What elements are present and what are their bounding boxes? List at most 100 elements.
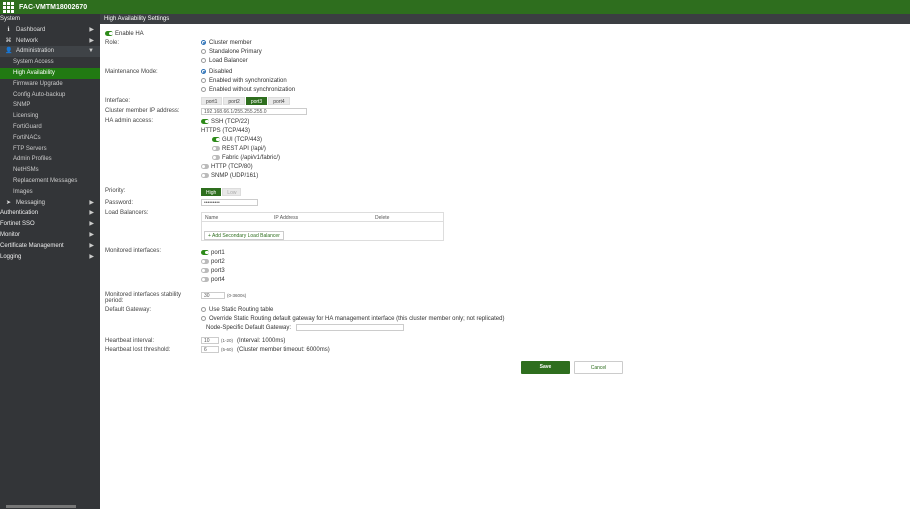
monitored-port4-row: port4 xyxy=(201,277,225,283)
sidebar-item-fortiguard[interactable]: FortiGuard xyxy=(0,122,100,133)
snmp-toggle[interactable] xyxy=(201,173,209,178)
gateway-override[interactable]: Override Static Routing default gateway … xyxy=(201,316,504,322)
sidebar-item-system[interactable]: System xyxy=(0,14,100,25)
radio-icon xyxy=(201,307,206,312)
sidebar-item-monitor[interactable]: Monitor ▶ xyxy=(0,230,100,241)
sidebar: System ℹ Dashboard ▶ ⌘ Network ▶ 👤 Administra… xyxy=(0,14,100,509)
heartbeat-lost-input[interactable]: 6 xyxy=(201,346,219,353)
gateway-static-routing[interactable]: Use Static Routing table xyxy=(201,307,273,313)
maint-enabled-sync[interactable]: Enabled with synchronization xyxy=(201,78,287,84)
sidebar-item-dashboard[interactable]: ℹ Dashboard ▶ xyxy=(0,25,100,36)
sidebar-item-system-access[interactable]: System Access xyxy=(0,57,100,68)
cluster-ip-label: Cluster member IP address: xyxy=(105,108,180,114)
interface-port4[interactable]: port4 xyxy=(268,97,290,105)
interface-label: Interface: xyxy=(105,98,131,104)
sidebar-item-ftp-servers[interactable]: FTP Servers xyxy=(0,144,100,155)
paper-plane-icon: ➤ xyxy=(5,199,12,206)
monitored-port2-toggle[interactable] xyxy=(201,259,209,264)
radio-icon xyxy=(201,78,206,83)
column-name: Name xyxy=(205,215,219,221)
sidebar-item-licensing[interactable]: Licensing xyxy=(0,111,100,122)
rest-api-toggle[interactable] xyxy=(212,146,220,151)
chevron-right-icon: ▶ xyxy=(89,242,94,249)
https-label: HTTPS (TCP/443) xyxy=(201,128,251,134)
fabric-toggle[interactable] xyxy=(212,155,220,160)
interface-port1[interactable]: port1 xyxy=(201,97,223,105)
priority-selector: High Low xyxy=(201,188,242,196)
add-secondary-load-balancer-button[interactable]: + Add Secondary Load Balancer xyxy=(204,231,284,240)
rest-api-row: REST API (/api/) xyxy=(212,146,266,152)
sidebar-item-high-availability[interactable]: High Availability xyxy=(0,67,100,79)
sidebar-item-images[interactable]: Images xyxy=(0,187,100,198)
sidebar-item-network[interactable]: ⌘ Network ▶ xyxy=(0,36,100,47)
role-load-balancer[interactable]: Load Balancer xyxy=(201,58,248,64)
interface-port3[interactable]: port3 xyxy=(245,97,268,105)
sidebar-item-firmware-upgrade[interactable]: Firmware Upgrade xyxy=(0,79,100,90)
sidebar-item-logging[interactable]: Logging ▶ xyxy=(0,252,100,263)
monitored-port2-row: port2 xyxy=(201,259,225,265)
info-icon: ℹ xyxy=(7,26,10,33)
node-gateway-label: Node-Specific Default Gateway: xyxy=(206,325,292,331)
password-label: Password: xyxy=(105,200,134,206)
cancel-button[interactable]: Cancel xyxy=(574,361,623,374)
monitored-port3-row: port3 xyxy=(201,268,225,274)
priority-low[interactable]: Low xyxy=(222,188,242,196)
sidebar-item-authentication[interactable]: Authentication ▶ xyxy=(0,208,100,219)
chevron-right-icon: ▶ xyxy=(89,37,94,44)
password-input[interactable]: ••••••••• xyxy=(201,199,258,206)
heartbeat-interval-label: Heartbeat interval: xyxy=(105,338,155,344)
cluster-ip-input[interactable]: 192.168.66.1/255.255.255.0 xyxy=(201,108,307,115)
sidebar-item-fortinacs[interactable]: FortiNACs xyxy=(0,133,100,144)
monitored-port1-row: port1 xyxy=(201,250,225,256)
sidebar-item-replacement-messages[interactable]: Replacement Messages xyxy=(0,176,100,187)
maintenance-mode-label: Maintenance Mode: xyxy=(105,69,158,75)
user-icon: 👤 xyxy=(5,48,13,55)
sidebar-item-administration[interactable]: 👤 Administration ▼ xyxy=(0,46,100,58)
sidebar-item-admin-profiles[interactable]: Admin Profiles xyxy=(0,154,100,165)
ssh-toggle[interactable] xyxy=(201,119,209,124)
load-balancers-label: Load Balancers: xyxy=(105,210,149,216)
monitored-port4-toggle[interactable] xyxy=(201,277,209,282)
heartbeat-lost-hint: (5-60) xyxy=(221,347,234,352)
chevron-right-icon: ▶ xyxy=(89,221,94,228)
monitored-interfaces-label: Monitored interfaces: xyxy=(105,248,162,254)
node-gateway-input[interactable] xyxy=(296,324,404,331)
sidebar-item-fortinet-sso[interactable]: Fortinet SSO ▶ xyxy=(0,219,100,230)
column-delete: Delete xyxy=(375,215,390,221)
sidebar-item-nethsms[interactable]: NetHSMs xyxy=(0,165,100,176)
heartbeat-lost-label: Heartbeat lost threshold: xyxy=(105,347,171,353)
heartbeat-interval-input[interactable]: 10 xyxy=(201,337,219,344)
heartbeat-lost-note: (Cluster member timeout: 6000ms) xyxy=(237,347,330,353)
interface-port2[interactable]: port2 xyxy=(223,97,245,105)
default-gateway-label: Default Gateway: xyxy=(105,307,152,313)
radio-icon xyxy=(201,69,206,74)
sidebar-item-messaging[interactable]: ➤ Messaging ▶ xyxy=(0,198,100,209)
chevron-down-icon: ▼ xyxy=(88,48,94,55)
save-button[interactable]: Save xyxy=(521,361,570,374)
role-cluster-member[interactable]: Cluster member xyxy=(201,40,252,46)
monitored-port3-toggle[interactable] xyxy=(201,268,209,273)
interface-selector: port1 port2 port3 port4 xyxy=(201,97,291,105)
priority-high[interactable]: High xyxy=(201,188,222,196)
gui-toggle[interactable] xyxy=(212,137,220,142)
radio-icon xyxy=(201,49,206,54)
sidebar-item-snmp[interactable]: SNMP xyxy=(0,100,100,111)
sidebar-item-certificate-management[interactable]: Certificate Management ▶ xyxy=(0,241,100,252)
role-standalone-primary[interactable]: Standalone Primary xyxy=(201,49,262,55)
stability-period-input[interactable]: 30 xyxy=(201,292,225,299)
enable-ha-toggle[interactable] xyxy=(105,31,113,36)
http-toggle[interactable] xyxy=(201,164,209,169)
maint-enabled-nosync[interactable]: Enabled without synchronization xyxy=(201,87,295,93)
top-bar: FAC-VMTM18002670 xyxy=(0,0,910,14)
chevron-right-icon: ▶ xyxy=(89,210,94,217)
sidebar-item-config-auto-backup[interactable]: Config Auto-backup xyxy=(0,90,100,101)
chevron-right-icon: ▶ xyxy=(89,199,94,206)
maint-disabled[interactable]: Disabled xyxy=(201,69,232,75)
radio-icon xyxy=(201,40,206,45)
heartbeat-interval-hint: (1-20) xyxy=(221,338,234,343)
chevron-right-icon: ▶ xyxy=(89,253,94,260)
chevron-right-icon: ▶ xyxy=(89,231,94,238)
monitored-port1-toggle[interactable] xyxy=(201,250,209,255)
radio-icon xyxy=(201,87,206,92)
gui-row: GUI (TCP/443) xyxy=(212,137,262,143)
